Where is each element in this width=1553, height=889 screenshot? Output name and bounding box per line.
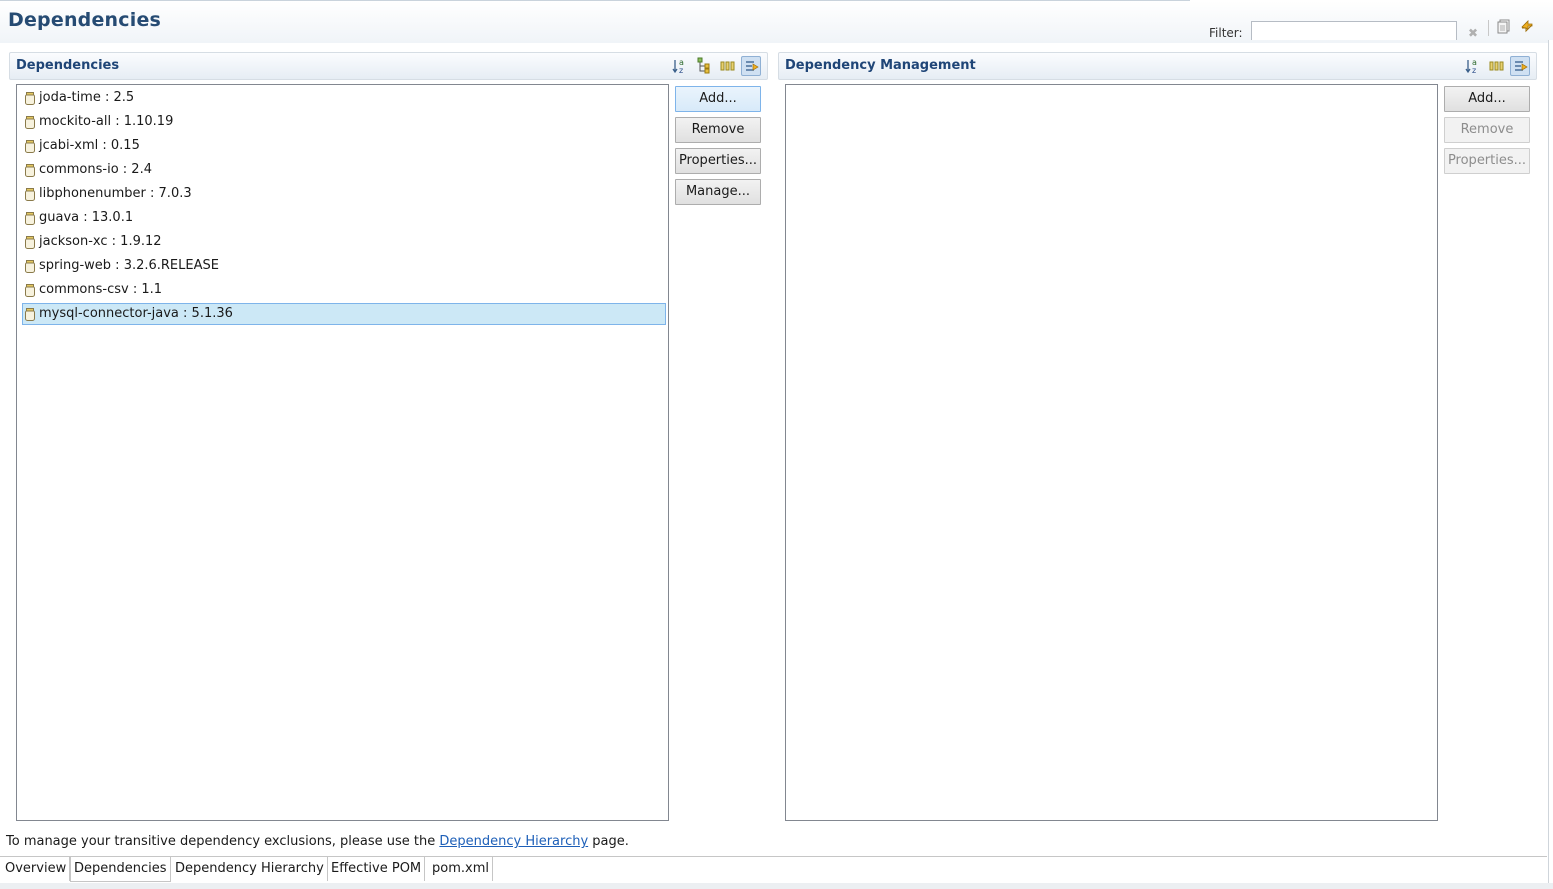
jar-icon bbox=[25, 259, 35, 273]
dependency-label: libphonenumber : 7.0.3 bbox=[39, 186, 192, 201]
tab-overview[interactable]: Overview bbox=[2, 857, 71, 881]
dependency-label: joda-time : 2.5 bbox=[39, 90, 135, 105]
manage-dependency-button[interactable]: Manage... bbox=[675, 179, 761, 205]
dependency-list-item[interactable]: commons-io : 2.4 bbox=[22, 159, 666, 181]
dependency-list-item[interactable]: spring-web : 3.2.6.RELEASE bbox=[22, 255, 666, 277]
dependency-management-list[interactable] bbox=[785, 84, 1438, 821]
jar-icon bbox=[25, 211, 35, 225]
jar-icon bbox=[25, 139, 35, 153]
refresh-icon[interactable] bbox=[1519, 18, 1535, 34]
dependency-list-item[interactable]: commons-csv : 1.1 bbox=[22, 279, 666, 301]
dependency-label: jackson-xc : 1.9.12 bbox=[39, 234, 162, 249]
dependencies-section-header: Dependencies az bbox=[9, 52, 768, 80]
toolbar-separator bbox=[1488, 20, 1489, 36]
jar-icon bbox=[25, 91, 35, 105]
dependency-label: commons-csv : 1.1 bbox=[39, 282, 163, 297]
dependency-label: mysql-connector-java : 5.1.36 bbox=[39, 306, 233, 321]
bottom-strip bbox=[0, 883, 1553, 889]
clear-filter-icon[interactable]: ✖ bbox=[1466, 26, 1480, 40]
tab-dependencies[interactable]: Dependencies bbox=[70, 857, 171, 882]
dependency-label: guava : 13.0.1 bbox=[39, 210, 134, 225]
managed-dependency-properties-button[interactable]: Properties... bbox=[1444, 148, 1530, 174]
filter-label: Filter: bbox=[1209, 26, 1243, 40]
header-strip bbox=[1190, 0, 1553, 2]
dependency-hierarchy-link[interactable]: Dependency Hierarchy bbox=[439, 834, 588, 849]
svg-text:z: z bbox=[679, 66, 683, 75]
exclusions-note-suffix: page. bbox=[588, 834, 629, 849]
sort-alpha-icon[interactable]: az bbox=[671, 56, 691, 76]
editor-right-edge bbox=[1548, 40, 1553, 889]
page-title: Dependencies bbox=[8, 9, 162, 31]
jar-icon bbox=[25, 187, 35, 201]
svg-text:z: z bbox=[1472, 66, 1476, 75]
filter-toggle-icon[interactable] bbox=[1510, 56, 1530, 76]
show-groupid-icon[interactable] bbox=[695, 56, 715, 76]
dependency-label: jcabi-xml : 0.15 bbox=[39, 138, 140, 153]
sort-alpha-icon[interactable]: az bbox=[1464, 56, 1484, 76]
dependency-list-item[interactable]: guava : 13.0.1 bbox=[22, 207, 666, 229]
filter-input[interactable] bbox=[1251, 21, 1457, 40]
dependency-label: mockito-all : 1.10.19 bbox=[39, 114, 174, 129]
copy-icon[interactable] bbox=[1496, 18, 1512, 34]
columns-icon[interactable] bbox=[718, 56, 738, 76]
add-dependency-button[interactable]: Add... bbox=[675, 86, 761, 112]
dependency-management-section-title: Dependency Management bbox=[785, 58, 976, 73]
dependencies-section-title: Dependencies bbox=[16, 58, 120, 73]
dependency-list-item[interactable]: libphonenumber : 7.0.3 bbox=[22, 183, 666, 205]
jar-icon bbox=[25, 283, 35, 297]
tab-dependency-hierarchy[interactable]: Dependency Hierarchy bbox=[172, 857, 328, 881]
remove-managed-dependency-button[interactable]: Remove bbox=[1444, 117, 1530, 143]
exclusions-note: To manage your transitive dependency exc… bbox=[6, 834, 629, 849]
jar-icon bbox=[25, 307, 35, 321]
tab-pom-xml[interactable]: pom.xml bbox=[429, 857, 493, 881]
add-managed-dependency-button[interactable]: Add... bbox=[1444, 86, 1530, 112]
remove-dependency-button[interactable]: Remove bbox=[675, 117, 761, 143]
dependency-management-section-header: Dependency Management az bbox=[778, 52, 1537, 80]
dependency-list-item[interactable]: joda-time : 2.5 bbox=[22, 87, 666, 109]
jar-icon bbox=[25, 163, 35, 177]
dependency-list-item[interactable]: mockito-all : 1.10.19 bbox=[22, 111, 666, 133]
dependency-label: commons-io : 2.4 bbox=[39, 162, 152, 177]
jar-icon bbox=[25, 235, 35, 249]
dependency-list-item[interactable]: jackson-xc : 1.9.12 bbox=[22, 231, 666, 253]
jar-icon bbox=[25, 115, 35, 129]
dependency-list-item[interactable]: jcabi-xml : 0.15 bbox=[22, 135, 666, 157]
columns-icon[interactable] bbox=[1487, 56, 1507, 76]
dependency-list-item[interactable]: mysql-connector-java : 5.1.36 bbox=[22, 303, 666, 325]
dependency-properties-button[interactable]: Properties... bbox=[675, 148, 761, 174]
filter-toggle-icon[interactable] bbox=[741, 56, 761, 76]
tab-effective-pom[interactable]: Effective POM bbox=[328, 857, 426, 881]
dependencies-list[interactable]: joda-time : 2.5 mockito-all : 1.10.19 jcab… bbox=[16, 84, 669, 821]
dependency-label: spring-web : 3.2.6.RELEASE bbox=[39, 258, 219, 273]
exclusions-note-text: To manage your transitive dependency exc… bbox=[6, 834, 440, 849]
